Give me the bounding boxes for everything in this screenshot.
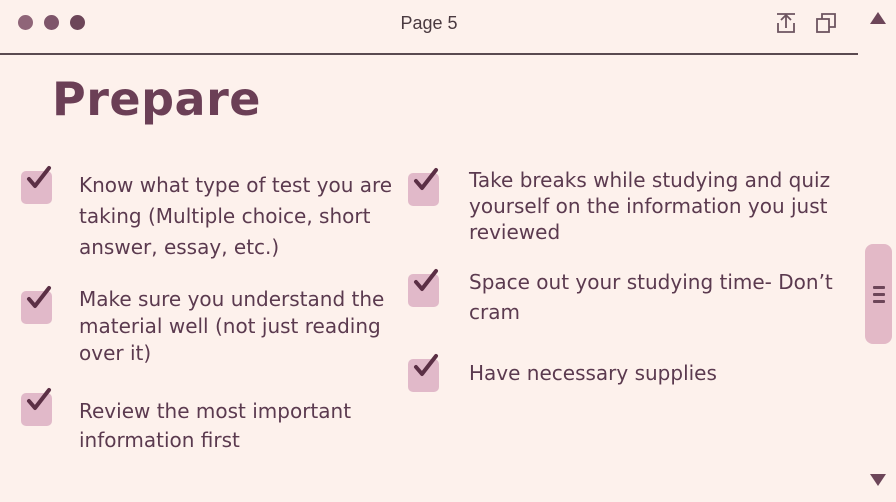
- scroll-down-icon[interactable]: [870, 474, 886, 486]
- share-icon[interactable]: [775, 12, 797, 34]
- top-divider: [0, 53, 858, 55]
- grip-icon: [873, 293, 885, 296]
- checkmark-icon: [414, 269, 438, 291]
- grip-icon: [873, 300, 885, 303]
- checklist-item-text: Make sure you understand the material we…: [79, 287, 385, 365]
- checklist-item-text: Know what type of test you are taking (M…: [79, 173, 393, 259]
- page-label: Page 5: [400, 13, 458, 33]
- checklist-item-text: Take breaks while studying and quiz your…: [469, 168, 831, 244]
- copy-icon[interactable]: [815, 12, 837, 34]
- page-title: Prepare: [52, 72, 261, 126]
- top-bar: Page 5: [0, 0, 858, 54]
- checkmark-icon: [27, 388, 51, 410]
- checkbox[interactable]: [408, 168, 439, 206]
- scroll-thumb[interactable]: [865, 244, 892, 344]
- checkbox[interactable]: [408, 269, 439, 307]
- checklist-item-text: Have necessary supplies: [469, 361, 717, 385]
- checkbox[interactable]: [21, 166, 52, 204]
- checkbox[interactable]: [408, 354, 439, 392]
- checkmark-icon: [27, 166, 51, 188]
- checkmark-icon: [414, 354, 438, 376]
- checklist-item-text: Review the most important information fi…: [79, 399, 352, 452]
- checkbox[interactable]: [21, 286, 52, 324]
- checkmark-icon: [27, 286, 51, 308]
- checklist-item-text: Space out your studying time- Don’t cram: [469, 270, 833, 324]
- checkbox[interactable]: [21, 388, 52, 426]
- grip-icon: [873, 286, 885, 289]
- checkmark-icon: [414, 168, 438, 190]
- scroll-up-icon[interactable]: [870, 12, 886, 24]
